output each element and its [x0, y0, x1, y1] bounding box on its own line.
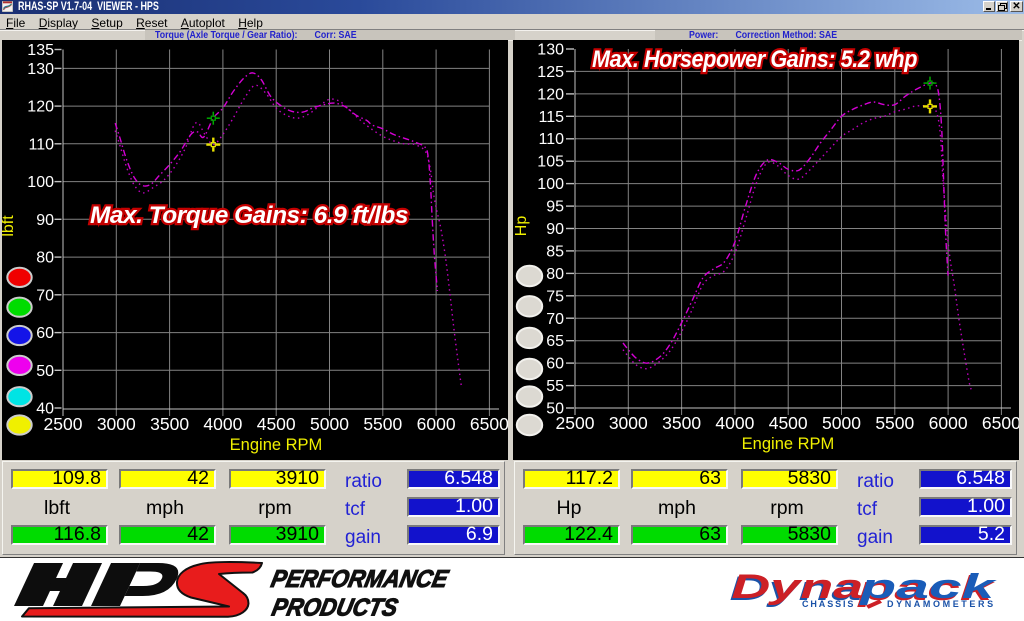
svg-text:4000: 4000	[203, 414, 242, 434]
svg-text:3000: 3000	[609, 413, 648, 433]
svg-text:90: 90	[36, 212, 54, 229]
svg-text:120: 120	[537, 86, 564, 103]
svg-text:110: 110	[538, 131, 564, 148]
svg-text:5500: 5500	[363, 414, 402, 434]
svg-text:115: 115	[538, 109, 564, 126]
svg-text:125: 125	[537, 64, 564, 81]
svg-text:120: 120	[27, 99, 54, 116]
svg-text:3500: 3500	[150, 414, 189, 434]
svg-text:70: 70	[36, 287, 54, 304]
svg-text:60: 60	[36, 325, 54, 342]
svg-text:DYNAMOMETERS: DYNAMOMETERS	[887, 599, 996, 609]
svg-text:5500: 5500	[875, 413, 914, 433]
svg-text:CHASSIS: CHASSIS	[802, 599, 855, 609]
svg-text:4500: 4500	[257, 414, 296, 434]
svg-text:3000: 3000	[97, 414, 136, 434]
svg-text:6000: 6000	[929, 413, 968, 433]
svg-text:2500: 2500	[556, 413, 595, 433]
svg-text:80: 80	[546, 266, 564, 283]
svg-text:Max. Horsepower Gains: 5.2 wh: Max. Horsepower Gains: 5.2 whp	[592, 46, 917, 73]
svg-text:6500: 6500	[470, 414, 508, 434]
svg-text:135: 135	[27, 42, 54, 59]
svg-text:4000: 4000	[715, 413, 754, 433]
svg-text:55: 55	[546, 378, 564, 395]
svg-text:lbft: lbft	[2, 215, 17, 237]
svg-text:60: 60	[546, 356, 564, 373]
svg-text:5000: 5000	[310, 414, 349, 434]
svg-text:50: 50	[36, 363, 54, 380]
svg-text:85: 85	[546, 243, 564, 260]
svg-text:Engine RPM: Engine RPM	[742, 435, 835, 453]
svg-text:70: 70	[546, 311, 564, 328]
svg-text:110: 110	[28, 136, 54, 153]
svg-text:6500: 6500	[982, 413, 1019, 433]
svg-text:100: 100	[537, 176, 564, 193]
svg-text:90: 90	[546, 221, 564, 238]
svg-text:65: 65	[546, 333, 564, 350]
svg-text:130: 130	[537, 42, 564, 59]
svg-text:PERFORMANCE: PERFORMANCE	[269, 566, 452, 593]
svg-text:PRODUCTS: PRODUCTS	[270, 595, 401, 621]
svg-text:Max. Torque Gains: 6.9 ft/lbs: Max. Torque Gains: 6.9 ft/lbs	[90, 202, 408, 229]
svg-text:5000: 5000	[822, 413, 861, 433]
svg-text:100: 100	[27, 174, 54, 191]
svg-text:2500: 2500	[44, 414, 83, 434]
svg-text:6000: 6000	[417, 414, 456, 434]
svg-text:3500: 3500	[662, 413, 701, 433]
svg-text:4500: 4500	[769, 413, 808, 433]
svg-text:95: 95	[546, 199, 564, 216]
svg-text:80: 80	[36, 250, 54, 267]
svg-text:105: 105	[537, 154, 564, 171]
svg-text:130: 130	[27, 61, 54, 78]
svg-text:Engine RPM: Engine RPM	[230, 436, 323, 454]
svg-text:75: 75	[546, 288, 564, 305]
svg-text:Hp: Hp	[513, 216, 530, 237]
